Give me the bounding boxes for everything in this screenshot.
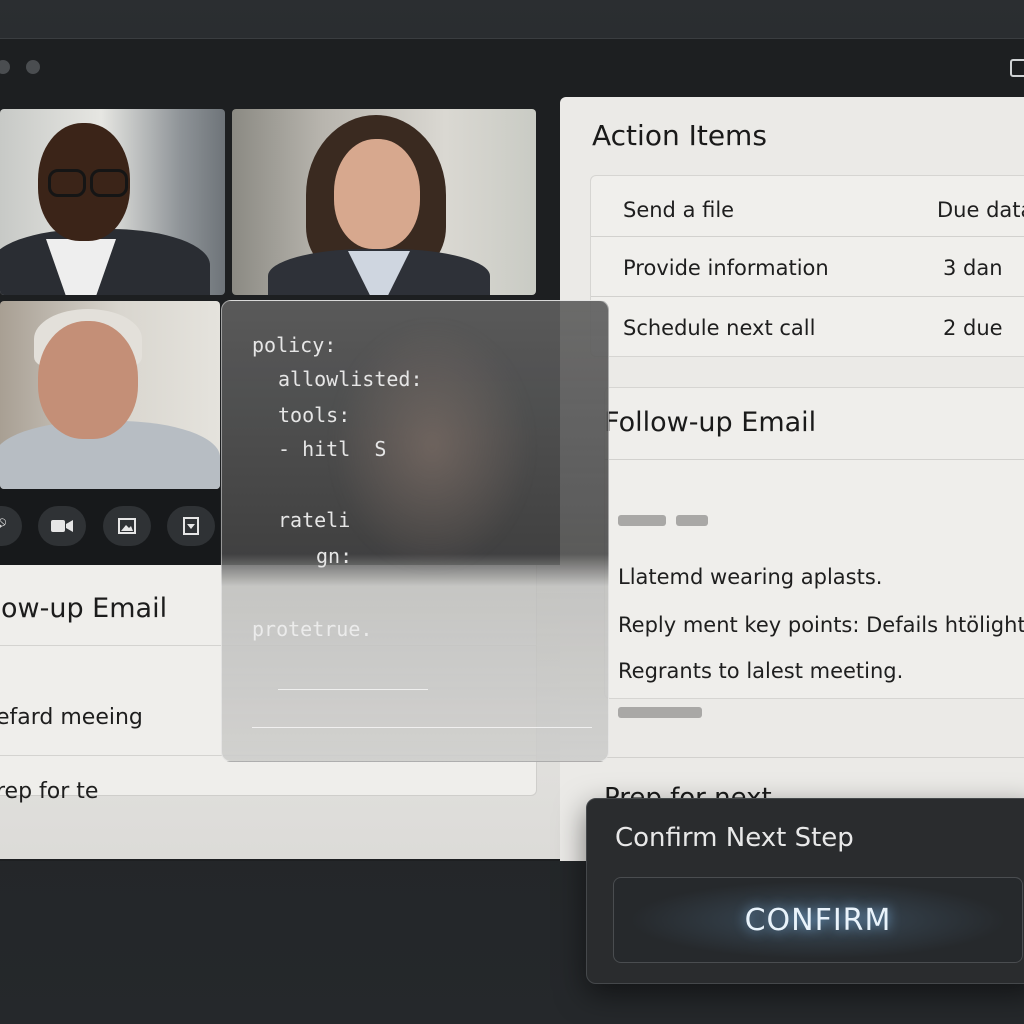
email-line: Reply ment key points: Defails htölight.	[618, 613, 1024, 637]
confirm-dialog: Confirm Next Step CONFIRM	[586, 798, 1024, 984]
placeholder-bar	[618, 515, 666, 526]
video-tile-participant-3[interactable]	[0, 301, 220, 489]
share-image-button[interactable]	[103, 506, 151, 546]
camera-button[interactable]	[38, 506, 86, 546]
window-maximize-icon[interactable]	[1010, 59, 1024, 77]
policy-line: gn:	[316, 544, 353, 568]
table-row[interactable]: Provide information 3 dan	[591, 234, 1024, 294]
title-bar	[0, 39, 1024, 95]
divider	[604, 459, 1024, 460]
table-row[interactable]: Schedule next call 2 due	[591, 294, 1024, 354]
divider	[252, 727, 592, 728]
email-line: Llatemd wearing aplasts.	[618, 565, 883, 589]
confirm-button[interactable]: CONFIRM	[613, 877, 1023, 963]
participant-3-face	[38, 321, 138, 439]
due-cell: 3 dan	[943, 256, 1003, 280]
dialog-title: Confirm Next Step	[615, 823, 854, 853]
policy-line: tools:	[278, 403, 351, 427]
action-items-title: Action Items	[592, 119, 767, 152]
video-tile-participant-2[interactable]	[232, 109, 536, 295]
right-panel: Action Items Send a file Due data Provid…	[560, 97, 1024, 861]
task-cell: Send a file	[623, 198, 735, 222]
task-cell: Schedule next call	[623, 316, 816, 340]
mic-button[interactable]: 🎤︎	[0, 506, 22, 546]
action-items-table: Send a file Due data Provide information…	[590, 175, 1024, 357]
due-cell: 2 due	[943, 316, 1003, 340]
participant-2-face	[334, 139, 420, 249]
policy-line: - hitl S	[278, 437, 387, 461]
left-followup-title: llow-up Email	[0, 593, 168, 624]
policy-overlay: policy: allowlisted: tools: - hitl S rat…	[221, 300, 609, 762]
left-followup-row[interactable]: rep for te	[0, 779, 98, 804]
email-line: Regrants to lalest meeting.	[618, 659, 904, 683]
download-icon	[183, 517, 199, 535]
due-cell: Due data	[937, 198, 1024, 222]
policy-footer: protetrue.	[252, 617, 373, 641]
mic-icon: 🎤︎	[0, 517, 8, 536]
participant-1-glasses-right	[90, 169, 128, 197]
divider	[604, 757, 1024, 758]
table-row[interactable]: Send a file Due data	[591, 176, 1024, 236]
policy-line: policy:	[252, 333, 337, 357]
task-cell: Provide information	[623, 256, 829, 280]
placeholder-bar	[676, 515, 708, 526]
followup-email-title: Follow-up Email	[604, 407, 817, 438]
left-followup-row[interactable]: efard meeing	[0, 705, 143, 730]
window-dot-minimize[interactable]	[26, 60, 40, 74]
video-tile-participant-1[interactable]	[0, 109, 225, 295]
image-icon	[118, 518, 136, 534]
participant-1-glasses	[48, 169, 86, 197]
camera-icon	[51, 520, 73, 532]
call-control-bar: 🎤︎	[0, 489, 220, 565]
policy-line: rateli	[278, 508, 351, 532]
divider	[278, 689, 428, 690]
placeholder-bar	[618, 707, 702, 718]
window-dot-close[interactable]	[0, 60, 10, 74]
download-button[interactable]	[167, 506, 215, 546]
policy-line: allowlisted:	[278, 367, 423, 391]
